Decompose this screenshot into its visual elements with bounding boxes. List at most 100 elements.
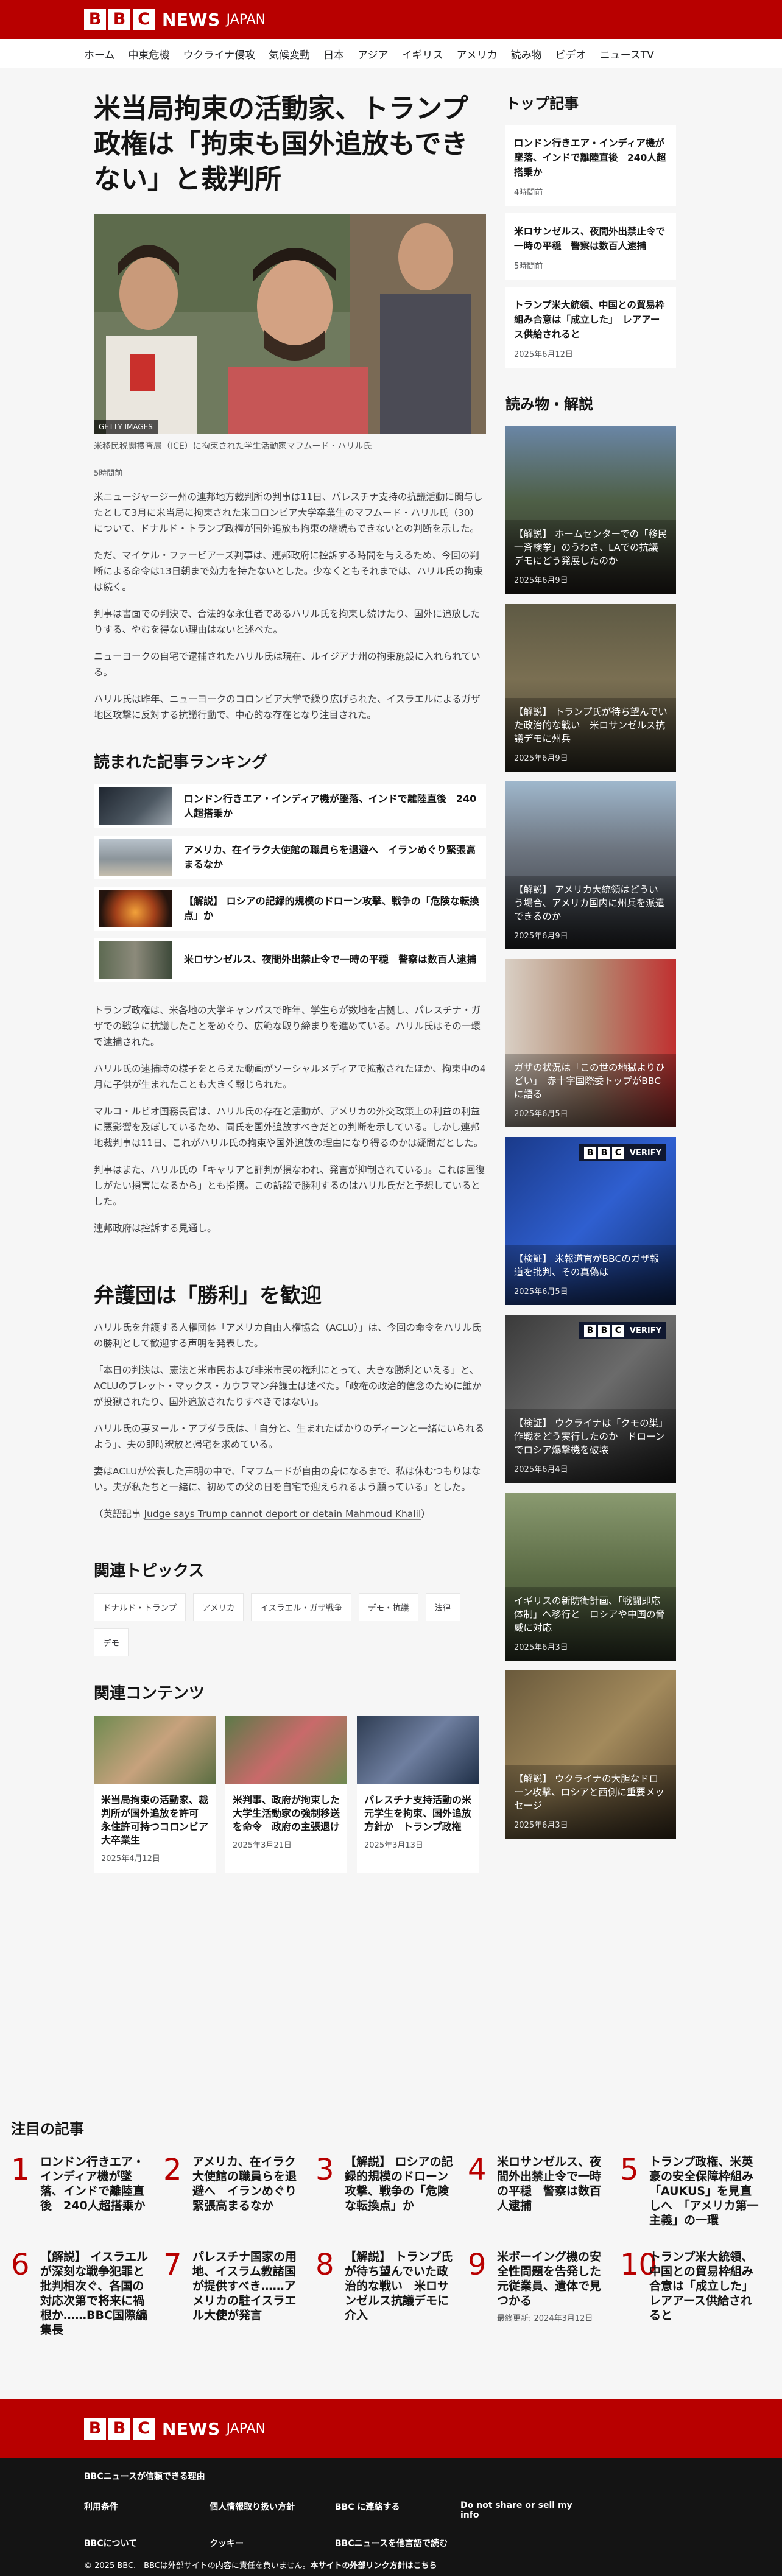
nav-item-features[interactable]: 読み物 xyxy=(511,46,542,62)
topic-tag[interactable]: ドナルド・トランプ xyxy=(94,1593,186,1621)
feature-card[interactable]: 【解説】 ウクライナの大胆なドローン攻撃、ロシアと西側に重要メッセージ 2025… xyxy=(505,1670,676,1839)
ranking-item[interactable]: 【解説】 ロシアの記録的規模のドローン攻撃、戦争の「危険な転換点」か xyxy=(94,887,486,931)
feature-title: 【解説】 トランプ氏が待ち望んでいた政治的な戦い 米ロサンゼルス抗議デモに州兵 xyxy=(514,706,668,744)
footer-link-terms[interactable]: 利用条件 xyxy=(84,2500,210,2520)
feature-card[interactable]: 【解説】 ホームセンターでの「移民一斉検挙」のうわさ、LAでの抗議デモにどう発展… xyxy=(505,426,676,594)
feature-card[interactable]: 【解説】 トランプ氏が待ち望んでいた政治的な戦い 米ロサンゼルス抗議デモに州兵 … xyxy=(505,604,676,772)
article-paragraph: ハリル氏は昨年、ニューヨークのコロンビア大学で繰り広げられた、イスラエルによるガ… xyxy=(94,694,481,720)
footer-logo[interactable]: B B C NEWS JAPAN xyxy=(84,2418,266,2440)
ranking-item[interactable]: 米ロサンゼルス、夜間外出禁止令で一時の平穏 警察は数百人逮捕 xyxy=(94,938,486,982)
feature-date: 2025年6月3日 xyxy=(514,1643,568,1652)
verify-label: VERIFY xyxy=(629,1148,661,1158)
feature-card[interactable]: BBC VERIFY 【検証】 ウクライナは「クモの巣」作戦をどう実行したのか … xyxy=(505,1315,676,1483)
top-story-date: 5時間前 xyxy=(514,262,543,271)
feature-card[interactable]: ガザの状況は「この世の地獄よりひどい」 赤十字国際委トップがBBCに語る 202… xyxy=(505,959,676,1127)
top-story-card[interactable]: ロンドン行きエア・インディア機が墜落、インドで離陸直後 240人超搭乗か 4時間… xyxy=(505,125,676,206)
top-story-card[interactable]: 米ロサンゼルス、夜間外出禁止令で一時の平穏 警察は数百人逮捕 5時間前 xyxy=(505,213,676,280)
english-article-link[interactable]: Judge says Trump cannot deport or detain… xyxy=(144,1508,421,1520)
most-read-item[interactable]: 3 【解説】 ロシアの記録的規模のドローン攻撃、戦争の「危険な転換点」か xyxy=(315,2155,468,2228)
article-paragraph: ハリル氏の妻ヌール・アブダラ氏は、「自分と、生まれたばかりのディーンと一緒にいら… xyxy=(94,1423,485,1450)
feature-card[interactable]: イギリスの新防衛計画、「戦闘即応体制」へ移行と ロシアや中国の脅威に対応 202… xyxy=(505,1493,676,1661)
features-title: 読み物・解説 xyxy=(505,396,593,413)
bbc-block-b2: B xyxy=(108,9,130,30)
feature-overlay: 【検証】 米報道官がBBCのガザ報道を批判、その真偽は 2025年6月5日 xyxy=(505,1245,676,1305)
topic-tag[interactable]: デモ xyxy=(94,1628,129,1656)
feature-card[interactable]: 【解説】 アメリカ大統領はどういう場合、アメリカ国内に州兵を派遣できるのか 20… xyxy=(505,781,676,949)
feature-title: 【検証】 米報道官がBBCのガザ報道を批判、その真偽は xyxy=(514,1253,660,1278)
english-article-note: （英語記事 Judge says Trump cannot deport or … xyxy=(94,1506,486,1522)
ranking-thumbnail xyxy=(99,787,172,825)
most-read-title-text: トランプ政権、米英豪の安全保障枠組み「AUKUS」を見直しへ 「アメリカ第一主義… xyxy=(649,2155,759,2228)
nav-item-middle-east[interactable]: 中東危機 xyxy=(129,46,170,62)
ranking-item-title: ロンドン行きエア・インディア機が墜落、インドで離陸直後 240人超搭乗か xyxy=(184,793,477,819)
most-read-item[interactable]: 1 ロンドン行きエア・インディア機が墜落、インドで離陸直後 240人超搭乗か xyxy=(11,2155,163,2228)
nav-item-climate[interactable]: 気候変動 xyxy=(269,46,310,62)
most-read-item[interactable]: 6 【解説】 イスラエルが深刻な戦争犯罪と批判相次ぐ、各国の対応次第で将来に禍根か… xyxy=(11,2250,163,2337)
english-article-close: ） xyxy=(421,1508,431,1519)
article-paragraph: 連邦政府は控訴する見通し。 xyxy=(94,1223,217,1234)
feature-date: 2025年6月9日 xyxy=(514,576,568,585)
most-read-title-text: ロンドン行きエア・インディア機が墜落、インドで離陸直後 240人超搭乗か xyxy=(40,2155,150,2228)
footer-link-contact[interactable]: BBC に連絡する xyxy=(335,2500,460,2520)
topic-tag[interactable]: アメリカ xyxy=(193,1593,244,1621)
article-paragraph: マルコ・ルビオ国務長官は、ハリル氏の存在と活動が、アメリカの外交政策上の利益の利… xyxy=(94,1106,484,1149)
footer-link-privacy[interactable]: 個人情報取り扱い方針 xyxy=(210,2500,335,2520)
nav-item-japan[interactable]: 日本 xyxy=(323,46,344,62)
most-read-item[interactable]: 7 パレスチナ国家の用地、イスラム教諸国が提供すべき……アメリカの駐イスラエル大使… xyxy=(163,2250,315,2337)
article-headline: 米当局拘束の活動家、トランプ政権は「拘束も国外追放もできない」と裁判所 xyxy=(94,93,468,195)
most-read-item[interactable]: 5 トランプ政権、米英豪の安全保障枠組み「AUKUS」を見直しへ 「アメリカ第一主… xyxy=(620,2155,772,2228)
topic-tag[interactable]: 法律 xyxy=(425,1593,460,1621)
feature-card[interactable]: BBC VERIFY 【検証】 米報道官がBBCのガザ報道を批判、その真偽は 2… xyxy=(505,1137,676,1305)
most-read-rank: 7 xyxy=(163,2248,182,2282)
related-card[interactable]: 米判事、政府が拘束した大学生活動家の強制移送を命令 政府の主張退け 2025年3… xyxy=(225,1716,347,1873)
topic-tag[interactable]: イスラエル・ガザ戦争 xyxy=(251,1593,352,1621)
external-link-policy[interactable]: 本サイトの外部リンク方針はこちら xyxy=(310,2561,437,2571)
related-card-date: 2025年3月13日 xyxy=(364,1841,423,1850)
feature-title: 【解説】 ウクライナの大胆なドローン攻撃、ロシアと西側に重要メッセージ xyxy=(514,1773,664,1811)
feature-title: ガザの状況は「この世の地獄よりひどい」 赤十字国際委トップがBBCに語る xyxy=(514,1062,665,1100)
footer-link-cookies[interactable]: クッキー xyxy=(210,2537,335,2549)
nav-item-video[interactable]: ビデオ xyxy=(555,46,586,62)
bbc-news-logo[interactable]: B B C NEWS JAPAN xyxy=(84,9,266,30)
ranking-thumbnail xyxy=(99,839,172,876)
most-read-headline: トランプ政権、米英豪の安全保障枠組み「AUKUS」を見直しへ 「アメリカ第一主義… xyxy=(649,2155,759,2227)
footer-links: 利用条件 個人情報取り扱い方針 BBC に連絡する Do not share o… xyxy=(84,2500,669,2549)
nav-item-us[interactable]: アメリカ xyxy=(457,46,498,62)
footer-link-do-not-sell[interactable]: Do not share or sell my info xyxy=(460,2500,586,2520)
most-read-item[interactable]: 4 米ロサンゼルス、夜間外出禁止令で一時の平穏 警察は数百人逮捕 xyxy=(468,2155,620,2228)
nav-item-news-tv[interactable]: ニュースTV xyxy=(600,46,654,62)
bbc-block-b1: B xyxy=(84,9,106,30)
bbc-blocks: B B C xyxy=(84,9,155,30)
nav-item-asia[interactable]: アジア xyxy=(358,46,388,62)
nav-item-ukraine[interactable]: ウクライナ侵攻 xyxy=(183,46,256,62)
most-read-title-text: 米ロサンゼルス、夜間外出禁止令で一時の平穏 警察は数百人逮捕 xyxy=(497,2155,607,2228)
related-card[interactable]: パレスチナ支持活動の米元学生を拘束、国外追放方針か トランプ政権 2025年3月… xyxy=(357,1716,479,1873)
most-read-item[interactable]: 8 【解説】 トランプ氏が待ち望んでいた政治的な戦い 米ロサンゼルス抗議デモに介入 xyxy=(315,2250,468,2337)
most-read-headline: 【解説】 イスラエルが深刻な戦争犯罪と批判相次ぐ、各国の対応次第で将来に禍根か…… xyxy=(40,2250,149,2337)
hero-photo-illustration xyxy=(94,214,486,434)
article-paragraph: ハリル氏を弁護する人権団体「アメリカ自由人権協会（ACLU）」は、今回の命令をハ… xyxy=(94,1322,482,1349)
related-thumbnail xyxy=(357,1716,479,1784)
article-column: 米当局拘束の活動家、トランプ政権は「拘束も国外追放もできない」と裁判所 GETT… xyxy=(94,91,486,1873)
footer-block-c: C xyxy=(133,2418,155,2440)
topic-tag[interactable]: デモ・抗議 xyxy=(359,1593,418,1621)
related-card-title: 米当局拘束の活動家、裁判所が国外追放を許可 永住許可持つコロンビア大卒業生 xyxy=(101,1794,209,1846)
verify-block-b1: B xyxy=(583,1147,596,1159)
footer-copyright: © 2025 BBC. BBCは外部サイトの内容に責任を負いません。本サイトの外… xyxy=(84,2559,437,2571)
most-read-item[interactable]: 9 米ボーイング機の安全性問題を告発した元従業員、遺体で見つかる 最終更新: 202… xyxy=(468,2250,620,2337)
ranking-item[interactable]: アメリカ、在イラク大使館の職員らを退避へ イランめぐり緊張高まるなか xyxy=(94,836,486,879)
related-card-title: 米判事、政府が拘束した大学生活動家の強制移送を命令 政府の主張退け xyxy=(233,1794,340,1832)
footer-link-other-languages[interactable]: BBCニュースを他言語で読む xyxy=(335,2537,460,2549)
related-card[interactable]: 米当局拘束の活動家、裁判所が国外追放を許可 永住許可持つコロンビア大卒業生 20… xyxy=(94,1716,216,1873)
most-read-rank: 9 xyxy=(468,2248,487,2282)
top-story-card[interactable]: トランプ米大統領、中国との貿易枠組み合意は「成立した」 レアアース供給されると … xyxy=(505,287,676,368)
article-paragraph: トランプ政権は、米各地の大学キャンパスで昨年、学生らが数地を占拠し、パレスチナ・… xyxy=(94,1005,481,1047)
nav-item-uk[interactable]: イギリス xyxy=(402,46,443,62)
ranking-item[interactable]: ロンドン行きエア・インディア機が墜落、インドで離陸直後 240人超搭乗か xyxy=(94,784,486,828)
most-read-item[interactable]: 10 トランプ米大統領、中国との貿易枠組み合意は「成立した」 レアアース供給される… xyxy=(620,2250,772,2337)
footer-trust-link[interactable]: BBCニュースが信頼できる理由 xyxy=(84,2470,205,2482)
footer-link-about[interactable]: BBCについて xyxy=(84,2537,210,2549)
nav-item-home[interactable]: ホーム xyxy=(84,46,115,62)
most-read-item[interactable]: 2 アメリカ、在イラク大使館の職員らを退避へ イランめぐり緊張高まるなか xyxy=(163,2155,315,2228)
feature-date: 2025年6月9日 xyxy=(514,754,568,763)
